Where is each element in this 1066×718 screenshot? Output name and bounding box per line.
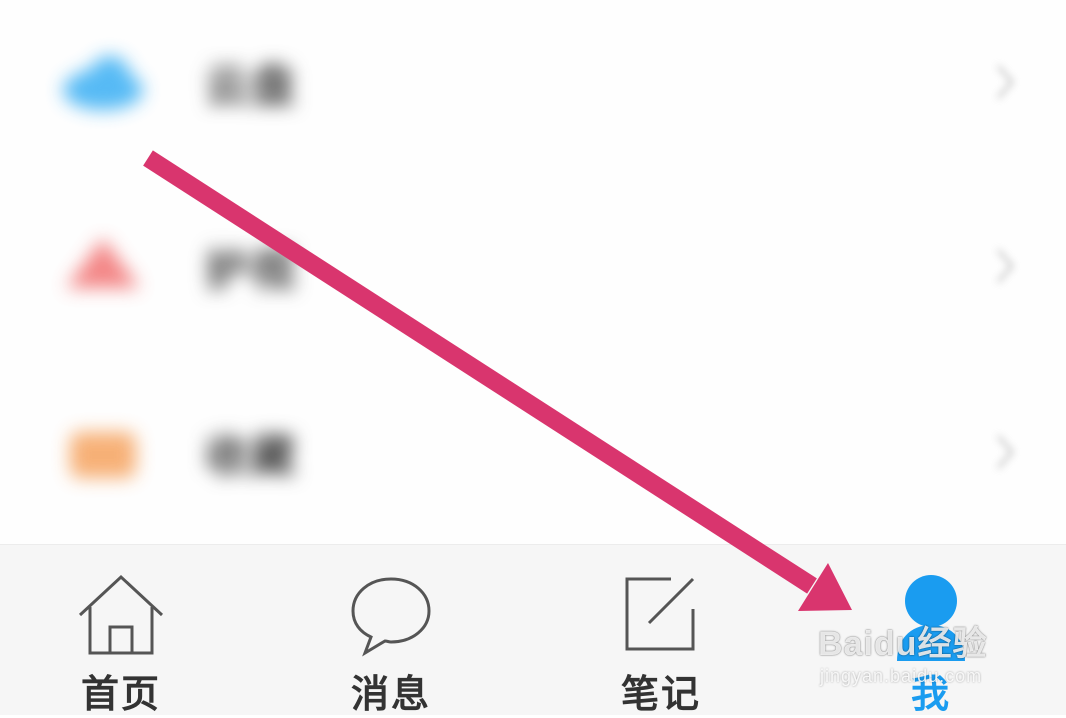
message-icon [351, 577, 431, 657]
list-item-label: 收藏 [205, 431, 297, 482]
chevron-right-icon [996, 435, 1014, 469]
note-icon [625, 577, 695, 651]
chevron-right-icon [996, 249, 1014, 283]
chevron-right-icon [996, 65, 1014, 99]
profile-icon [897, 575, 965, 661]
tab-profile[interactable]: 我 [856, 545, 1006, 716]
tab-notes-label: 笔记 [620, 672, 701, 716]
bottom-tab-bar: 首页 消息 笔记 我 [0, 544, 1066, 716]
list-item-label: 云盘 [205, 61, 297, 112]
tab-home-label: 首页 [80, 672, 161, 716]
tab-messages[interactable]: 消息 [316, 545, 466, 716]
list-item-cloud[interactable]: 云盘 [0, 22, 1066, 142]
alert-icon [66, 238, 140, 288]
tab-messages-label: 消息 [350, 672, 431, 716]
tab-profile-label: 我 [910, 672, 951, 716]
list-item-folder[interactable]: 收藏 [0, 392, 1066, 512]
menu-list: 云盘 护视 收藏 [0, 0, 1066, 544]
cloud-icon [63, 56, 143, 110]
home-icon [78, 574, 164, 655]
tab-notes[interactable]: 笔记 [586, 545, 736, 716]
list-item-label: 护视 [205, 245, 297, 296]
folder-icon [70, 432, 136, 478]
tab-home[interactable]: 首页 [46, 545, 196, 716]
list-item-alert[interactable]: 护视 [0, 206, 1066, 326]
